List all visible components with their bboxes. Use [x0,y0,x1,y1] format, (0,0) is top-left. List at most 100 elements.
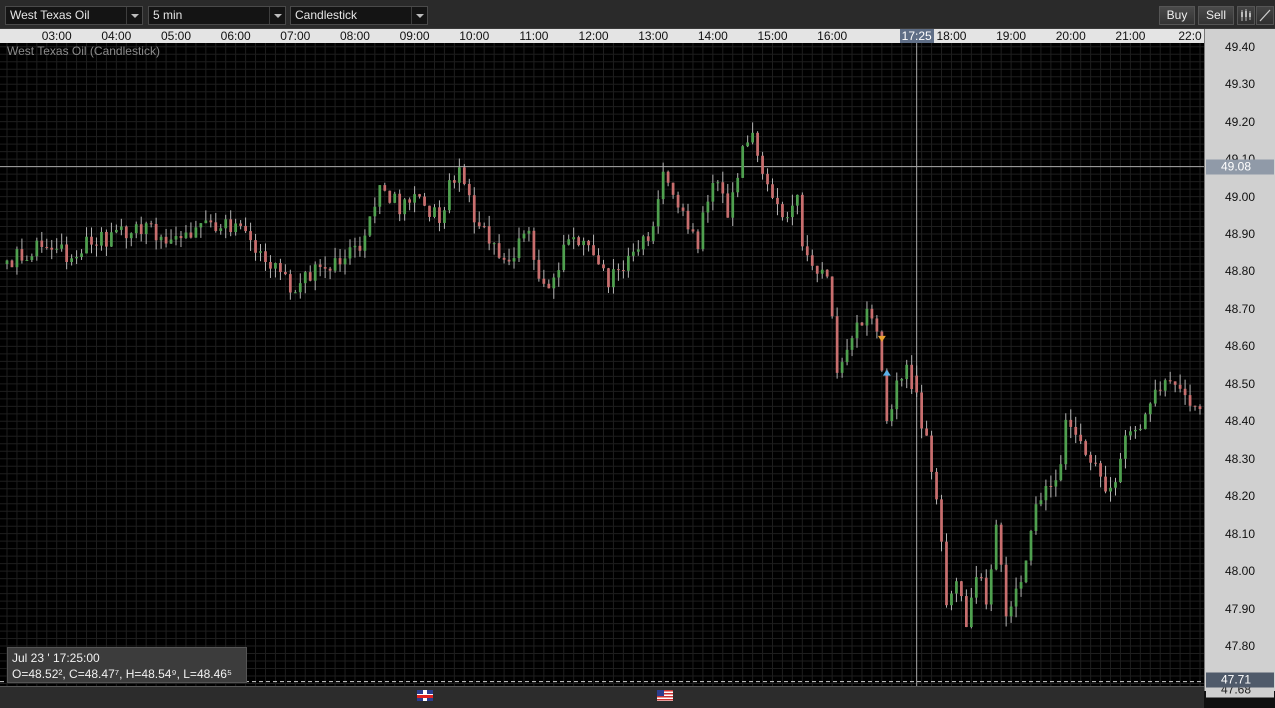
interval-select[interactable]: 5 min [148,6,286,25]
candle-up [1109,487,1112,492]
candle-up [989,569,993,605]
candle-up [293,292,297,294]
draw-line-icon[interactable] [1256,6,1274,25]
us-flag-icon[interactable] [657,690,673,701]
candle-up [552,277,556,289]
candlestick-chart[interactable] [0,43,1204,691]
time-axis[interactable]: 03:00 04:00 05:00 06:00 07:00 08:00 09:00 10:00… [0,29,1204,43]
candle-down [885,370,889,421]
candle-up [30,256,34,261]
candle-down [189,232,193,238]
chevron-down-icon[interactable] [269,7,285,24]
candle-down [810,255,814,266]
candle-down [1069,419,1073,427]
chevron-down-icon[interactable] [411,7,427,24]
candle-up [900,379,904,381]
chart-type-select[interactable]: Candlestick [290,6,428,25]
candle-up [194,227,198,238]
candle-down [269,262,272,269]
candle-down [666,171,670,183]
candle-down [960,581,963,597]
time-tick-label: 12:00 [578,29,609,43]
candle-up [1148,403,1152,415]
candle-down [283,272,287,275]
candle-up [631,251,635,256]
candle-down [139,224,143,235]
candle-down [681,207,685,211]
candle-down [726,193,730,218]
price-tick-label: 48.00 [1225,564,1256,579]
candle-up [75,257,78,259]
price-tick-label: 48.30 [1225,451,1256,466]
candle-down [781,204,784,218]
candle-up [895,380,899,410]
info-datetime: Jul 23 ' 17:25:00 [12,651,100,665]
candle-up [303,272,307,284]
candle-up [955,581,958,594]
candle-up [731,192,735,218]
candle-up [110,232,113,247]
candle-up [1039,500,1043,505]
candle-down [383,185,387,191]
candle-down [40,240,44,247]
price-tick-label: 49.00 [1225,189,1256,204]
time-tick-label: 19:00 [996,29,1027,43]
candle-up [403,199,407,215]
candle-up [1163,380,1167,391]
candle-down [472,195,476,223]
buy-button[interactable]: Buy [1159,6,1195,25]
candle-down [154,224,158,241]
candle-up [199,223,203,228]
price-axis[interactable]: 49.4049.3049.2049.1049.0048.9048.8048.70… [1204,29,1275,697]
candle-down [179,236,183,239]
chart-plot-area[interactable] [0,43,1204,691]
candle-up [85,236,88,254]
candle-down [149,223,153,225]
candle-down [1094,462,1097,464]
candle-down [423,196,426,206]
candle-up [1138,429,1142,431]
sell-button[interactable]: Sell [1198,6,1234,25]
candle-up [15,249,19,268]
candle-up [751,132,754,143]
candle-up [343,258,347,265]
instrument-select[interactable]: West Texas Oil [5,6,143,25]
candle-up [716,182,720,184]
candle-down [860,322,864,326]
candle-up [274,263,277,269]
candle-up [612,269,615,288]
time-tick-label: 21:00 [1115,29,1146,43]
candle-up [1134,429,1137,432]
candle-down [646,236,650,241]
candle-up [134,224,138,234]
candle-down [45,246,49,248]
candle-down [328,268,332,271]
time-tick-label: 07:00 [280,29,311,43]
time-tick-label: 20:00 [1055,29,1086,43]
candle-up [1054,480,1058,487]
chart-type-select-value: Candlestick [295,8,358,22]
candle-down [398,193,402,215]
candle-down [721,182,725,194]
candle-up [791,205,794,218]
candle-down [1178,384,1182,389]
candles-icon[interactable] [1237,6,1255,25]
candle-up [557,270,561,278]
uk-flag-icon[interactable] [417,690,433,701]
candle-down [800,194,804,247]
candle-up [656,199,660,227]
candle-up [795,194,799,206]
candle-up [855,322,859,339]
time-tick-label: 05:00 [160,29,192,43]
candle-up [119,226,123,230]
candle-down [209,220,213,223]
candle-down [607,268,610,288]
candle-down [815,265,819,274]
candle-down [1198,406,1202,410]
candle-down [428,205,431,217]
chevron-down-icon[interactable] [126,7,142,24]
candle-down [1104,476,1107,492]
candle-up [492,243,496,245]
candle-down [1193,405,1197,407]
candle-up [567,239,571,245]
